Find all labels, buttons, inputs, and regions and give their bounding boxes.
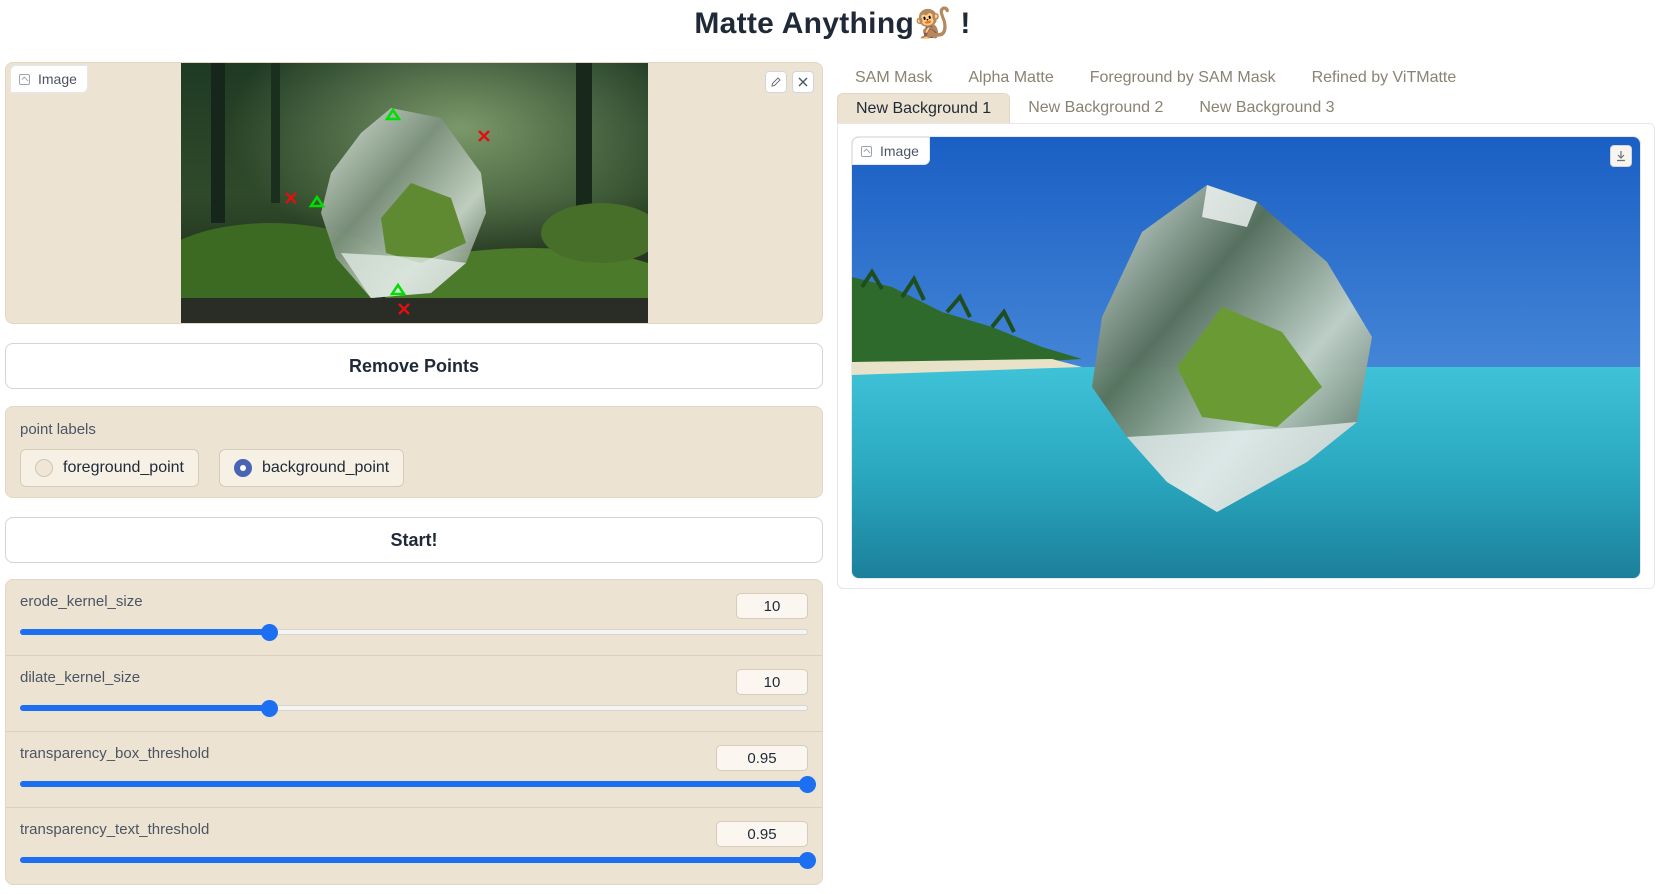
- download-icon: [1617, 151, 1625, 162]
- tab-new-background-3[interactable]: New Background 3: [1181, 93, 1352, 123]
- radio-circle[interactable]: [35, 459, 53, 477]
- output-image[interactable]: Image: [851, 136, 1641, 579]
- slider-fill: [20, 705, 268, 711]
- output-tab-panel: Image: [837, 123, 1655, 589]
- slider-thumb[interactable]: [260, 624, 278, 641]
- tab-new-background-1[interactable]: New Background 1: [837, 93, 1011, 123]
- slider-label: transparency_text_threshold: [20, 821, 210, 838]
- tab-new-background-2[interactable]: New Background 2: [1010, 93, 1181, 123]
- tab-foreground-by-sam-mask[interactable]: Foreground by SAM Mask: [1072, 63, 1294, 93]
- image-icon: [19, 73, 30, 85]
- download-button[interactable]: [1610, 145, 1632, 167]
- image-label-text: Image: [38, 71, 77, 87]
- output-tabs-row-1: SAM Mask Alpha Matte Foreground by SAM M…: [837, 63, 1474, 93]
- slider-label: erode_kernel_size: [20, 593, 143, 610]
- slider-track[interactable]: [20, 624, 808, 641]
- slider-thumb[interactable]: [799, 776, 816, 793]
- slider-number-input[interactable]: 0.95: [716, 821, 808, 847]
- slider-dilate-kernel-size: dilate_kernel_size 10: [6, 656, 822, 732]
- image-label-text: Image: [880, 143, 919, 159]
- input-photo[interactable]: [181, 63, 648, 323]
- crystal-photo: [181, 63, 648, 323]
- tab-sam-mask[interactable]: SAM Mask: [837, 63, 950, 93]
- start-button[interactable]: Start!: [5, 517, 823, 563]
- edit-button[interactable]: [765, 71, 787, 93]
- slider-transparency-text-threshold: transparency_text_threshold 0.95: [6, 808, 822, 884]
- radio-label: foreground_point: [63, 459, 184, 476]
- point-labels-group: point labels foreground_point background…: [5, 406, 823, 498]
- slider-track[interactable]: [20, 700, 808, 717]
- tab-refined-by-vitmatte[interactable]: Refined by ViTMatte: [1294, 63, 1475, 93]
- slider-erode-kernel-size: erode_kernel_size 10: [6, 580, 822, 656]
- slider-track[interactable]: [20, 776, 816, 793]
- slider-track[interactable]: [20, 852, 816, 869]
- point-labels-title: point labels: [20, 421, 96, 438]
- input-image-box[interactable]: Image: [5, 62, 823, 324]
- radio-foreground-point[interactable]: foreground_point: [20, 449, 199, 487]
- slider-label: transparency_box_threshold: [20, 745, 210, 762]
- beach-composite-photo: [852, 137, 1640, 578]
- page-title: Matte Anything🐒 !: [694, 7, 971, 40]
- close-icon: [798, 77, 808, 87]
- radio-label: background_point: [262, 459, 390, 476]
- slider-fill: [20, 781, 806, 787]
- parameters-panel: erode_kernel_size 10 dilate_kernel_size …: [5, 579, 823, 885]
- image-icon: [861, 145, 872, 157]
- tab-alpha-matte[interactable]: Alpha Matte: [950, 63, 1071, 93]
- slider-label: dilate_kernel_size: [20, 669, 141, 686]
- image-label: Image: [10, 65, 88, 93]
- output-tabs-row-2: New Background 1 New Background 2 New Ba…: [837, 93, 1353, 123]
- radio-circle-selected[interactable]: [234, 459, 252, 477]
- slider-number-input[interactable]: 0.95: [716, 745, 808, 771]
- clear-image-button[interactable]: [792, 71, 814, 93]
- image-label: Image: [852, 137, 930, 165]
- slider-number-input[interactable]: 10: [736, 593, 808, 619]
- slider-thumb[interactable]: [260, 700, 278, 717]
- slider-fill: [20, 629, 268, 635]
- slider-number-input[interactable]: 10: [736, 669, 808, 695]
- pencil-icon: [771, 77, 781, 87]
- remove-points-button[interactable]: Remove Points: [5, 343, 823, 389]
- slider-fill: [20, 857, 806, 863]
- slider-transparency-box-threshold: transparency_box_threshold 0.95: [6, 732, 822, 808]
- slider-thumb[interactable]: [799, 852, 816, 869]
- radio-background-point[interactable]: background_point: [219, 449, 405, 487]
